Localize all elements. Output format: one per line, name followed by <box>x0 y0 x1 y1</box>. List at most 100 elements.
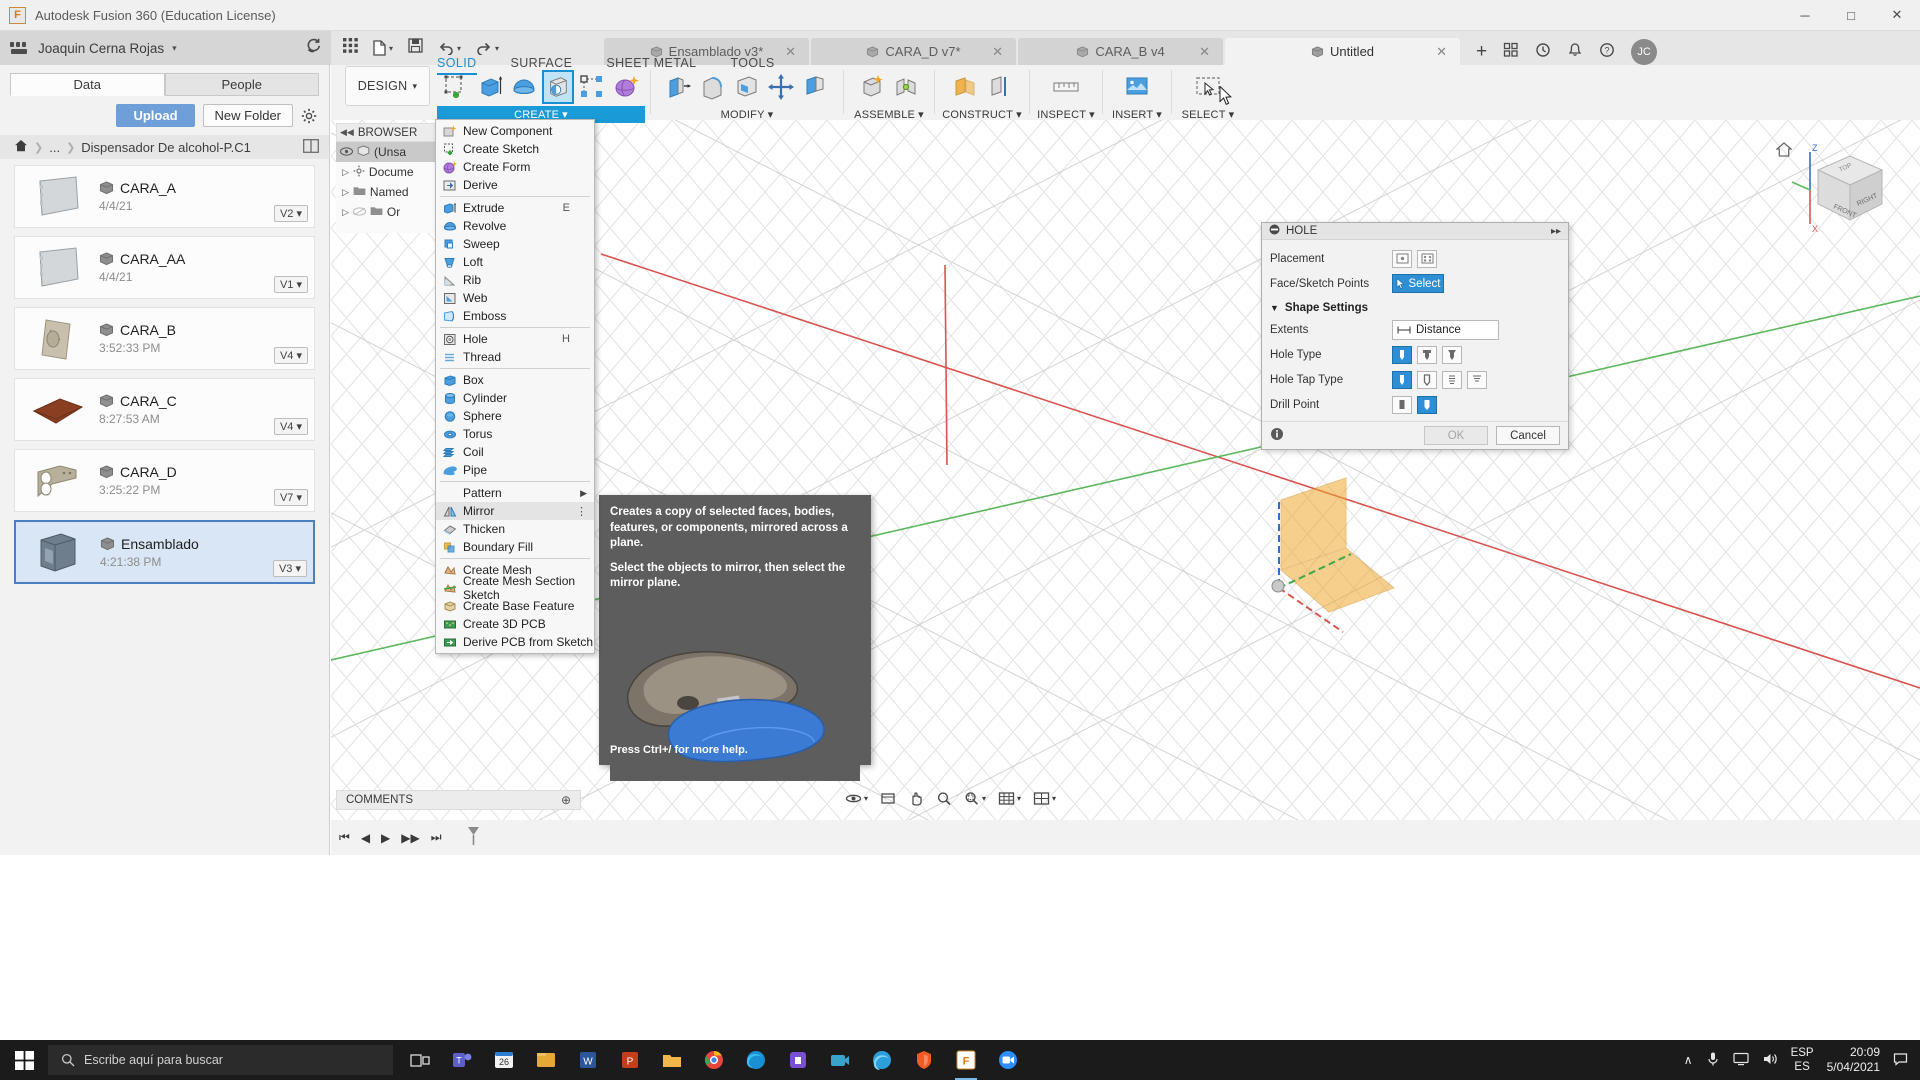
menu-item-cylinder[interactable]: Cylinder <box>436 389 594 407</box>
version-badge[interactable]: V3 ▾ <box>272 560 307 577</box>
move-copy-icon[interactable] <box>765 70 797 104</box>
extents-dropdown[interactable]: Distance <box>1392 319 1499 340</box>
minimize-button[interactable]: ─ <box>1782 0 1828 31</box>
measure-icon[interactable] <box>1050 70 1082 104</box>
extrude-icon[interactable] <box>474 70 506 104</box>
menu-item-revolve[interactable]: Revolve <box>436 217 594 235</box>
revolve-icon[interactable] <box>508 70 540 104</box>
hole-icon[interactable] <box>542 70 574 104</box>
avatar[interactable]: JC <box>1631 39 1658 65</box>
menu-item-emboss[interactable]: Emboss <box>436 307 594 325</box>
workspace-selector[interactable]: DESIGN ▾ <box>345 66 430 106</box>
doc-tab-3[interactable]: Untitled ✕ <box>1225 38 1460 65</box>
menu-item-thread[interactable]: Thread <box>436 348 594 366</box>
ribbon-group-label-inspect[interactable]: INSPECT ▾ <box>1035 106 1097 123</box>
app-grid-icon[interactable] <box>343 38 358 58</box>
simple-tap-icon[interactable] <box>1392 370 1412 389</box>
tapped-icon[interactable] <box>1442 370 1462 389</box>
create-sketch-icon[interactable] <box>440 70 472 104</box>
menu-item-create-base-feature[interactable]: Create Base Feature <box>436 597 594 615</box>
form-icon[interactable] <box>610 70 642 104</box>
menu-item-mirror[interactable]: Mirror ⋮ <box>436 502 594 520</box>
close-icon[interactable]: ✕ <box>1436 44 1447 60</box>
clearance-icon[interactable] <box>1417 370 1437 389</box>
cancel-button[interactable]: Cancel <box>1496 426 1560 445</box>
bell-icon[interactable] <box>1567 42 1583 63</box>
counterbore-icon[interactable] <box>1417 345 1437 364</box>
countersink-icon[interactable] <box>1442 345 1462 364</box>
store-icon[interactable] <box>783 1044 813 1076</box>
offset-plane-icon[interactable] <box>949 70 981 104</box>
ribbon-group-label-construct[interactable]: CONSTRUCT ▾ <box>940 106 1024 123</box>
file-card-cara-aa[interactable]: CARA_AA 4/4/21 V1 ▾ <box>14 236 315 299</box>
orbit-icon[interactable]: ▾ <box>845 791 868 806</box>
collapse-left-icon[interactable]: ◀◀ <box>340 127 354 138</box>
create-dropdown-menu[interactable]: New Component Create Sketch Create Form … <box>435 119 595 654</box>
menu-item-box[interactable]: Box <box>436 371 594 389</box>
expand-arrow-icon[interactable]: ▷ <box>342 187 349 198</box>
zoom-window-icon[interactable]: ▾ <box>964 791 986 806</box>
file-icon[interactable]: ▾ <box>373 40 393 56</box>
ribbon-group-label-insert[interactable]: INSERT ▾ <box>1108 106 1166 123</box>
close-icon[interactable]: ✕ <box>1199 44 1210 60</box>
close-button[interactable]: ✕ <box>1874 0 1920 31</box>
breadcrumb-ellipsis[interactable]: ... <box>49 140 60 155</box>
windows-start-icon[interactable] <box>0 1040 48 1080</box>
undo-icon[interactable]: ▾ <box>438 41 461 55</box>
close-icon[interactable]: ✕ <box>785 44 796 60</box>
home-icon[interactable] <box>14 139 28 155</box>
doc-tab-1[interactable]: CARA_D v7* ✕ <box>811 38 1016 65</box>
extensions-icon[interactable] <box>1503 42 1519 63</box>
shell-icon[interactable] <box>731 70 763 104</box>
menu-item-web[interactable]: Web <box>436 289 594 307</box>
version-badge[interactable]: V4 ▾ <box>273 347 308 364</box>
menu-overflow-icon[interactable]: ⋮ <box>576 505 587 518</box>
zoom-app-icon[interactable] <box>993 1044 1023 1076</box>
new-folder-button[interactable]: New Folder <box>202 104 293 127</box>
redo-icon[interactable]: ▾ <box>476 41 499 55</box>
menu-item-extrude[interactable]: Extrude E <box>436 199 594 217</box>
expand-arrow-icon[interactable]: ▷ <box>342 207 349 218</box>
version-badge[interactable]: V2 ▾ <box>273 205 308 222</box>
breadcrumb-path[interactable]: Dispensador De alcohol-P.C1 <box>81 140 251 155</box>
menu-item-create-sketch[interactable]: Create Sketch <box>436 140 594 158</box>
help-icon[interactable]: ? <box>1599 42 1615 63</box>
upload-button[interactable]: Upload <box>116 104 195 127</box>
menu-item-boundary-fill[interactable]: Boundary Fill <box>436 538 594 556</box>
viewports-icon[interactable]: ▾ <box>1033 791 1056 806</box>
menu-item-create-mesh-section-sketch[interactable]: Create Mesh Section Sketch <box>436 574 594 602</box>
volume-icon[interactable] <box>1762 1052 1778 1069</box>
version-badge[interactable]: V4 ▾ <box>273 418 308 435</box>
pan-icon[interactable] <box>880 791 896 806</box>
comments-bar[interactable]: COMMENTS ⊕ <box>336 790 581 810</box>
gear-icon[interactable] <box>301 108 317 124</box>
browser-row-document-settings[interactable]: ▷ Docume <box>336 162 439 182</box>
calendar-icon[interactable]: 26 <box>489 1044 519 1076</box>
file-card-cara-d[interactable]: CARA_D 3:25:22 PM V7 ▾ <box>14 449 315 512</box>
teams-icon[interactable]: T <box>447 1044 477 1076</box>
mic-icon[interactable] <box>1706 1051 1720 1070</box>
edge-icon[interactable] <box>741 1044 771 1076</box>
pin-icon[interactable]: ▸▸ <box>1551 226 1561 237</box>
action-center-icon[interactable] <box>1893 1052 1908 1069</box>
shape-settings-section[interactable]: ▼ Shape Settings <box>1270 302 1560 314</box>
version-badge[interactable]: V7 ▾ <box>273 489 308 506</box>
placement-single-icon[interactable] <box>1392 249 1412 268</box>
folder-icon[interactable] <box>657 1044 687 1076</box>
brave-icon[interactable] <box>909 1044 939 1076</box>
view-cube[interactable]: FRONT RIGHT TOP Z X <box>1788 138 1896 238</box>
menu-item-new-component[interactable]: New Component <box>436 122 594 140</box>
menu-item-torus[interactable]: Torus <box>436 425 594 443</box>
timeline-first-button[interactable]: ⏮ <box>339 830 350 845</box>
new-tab-button[interactable]: + <box>1476 41 1487 63</box>
word-icon[interactable]: W <box>573 1044 603 1076</box>
flat-point-icon[interactable] <box>1392 395 1412 414</box>
eye-icon[interactable] <box>340 145 353 159</box>
screen-icon[interactable] <box>1732 1052 1749 1069</box>
axis-icon[interactable] <box>983 70 1015 104</box>
tray-chevron-icon[interactable]: ∧ <box>1684 1053 1693 1067</box>
save-icon[interactable] <box>408 38 423 58</box>
angle-point-icon[interactable] <box>1417 395 1437 414</box>
joint-icon[interactable] <box>890 70 922 104</box>
ok-button[interactable]: OK <box>1424 426 1488 445</box>
